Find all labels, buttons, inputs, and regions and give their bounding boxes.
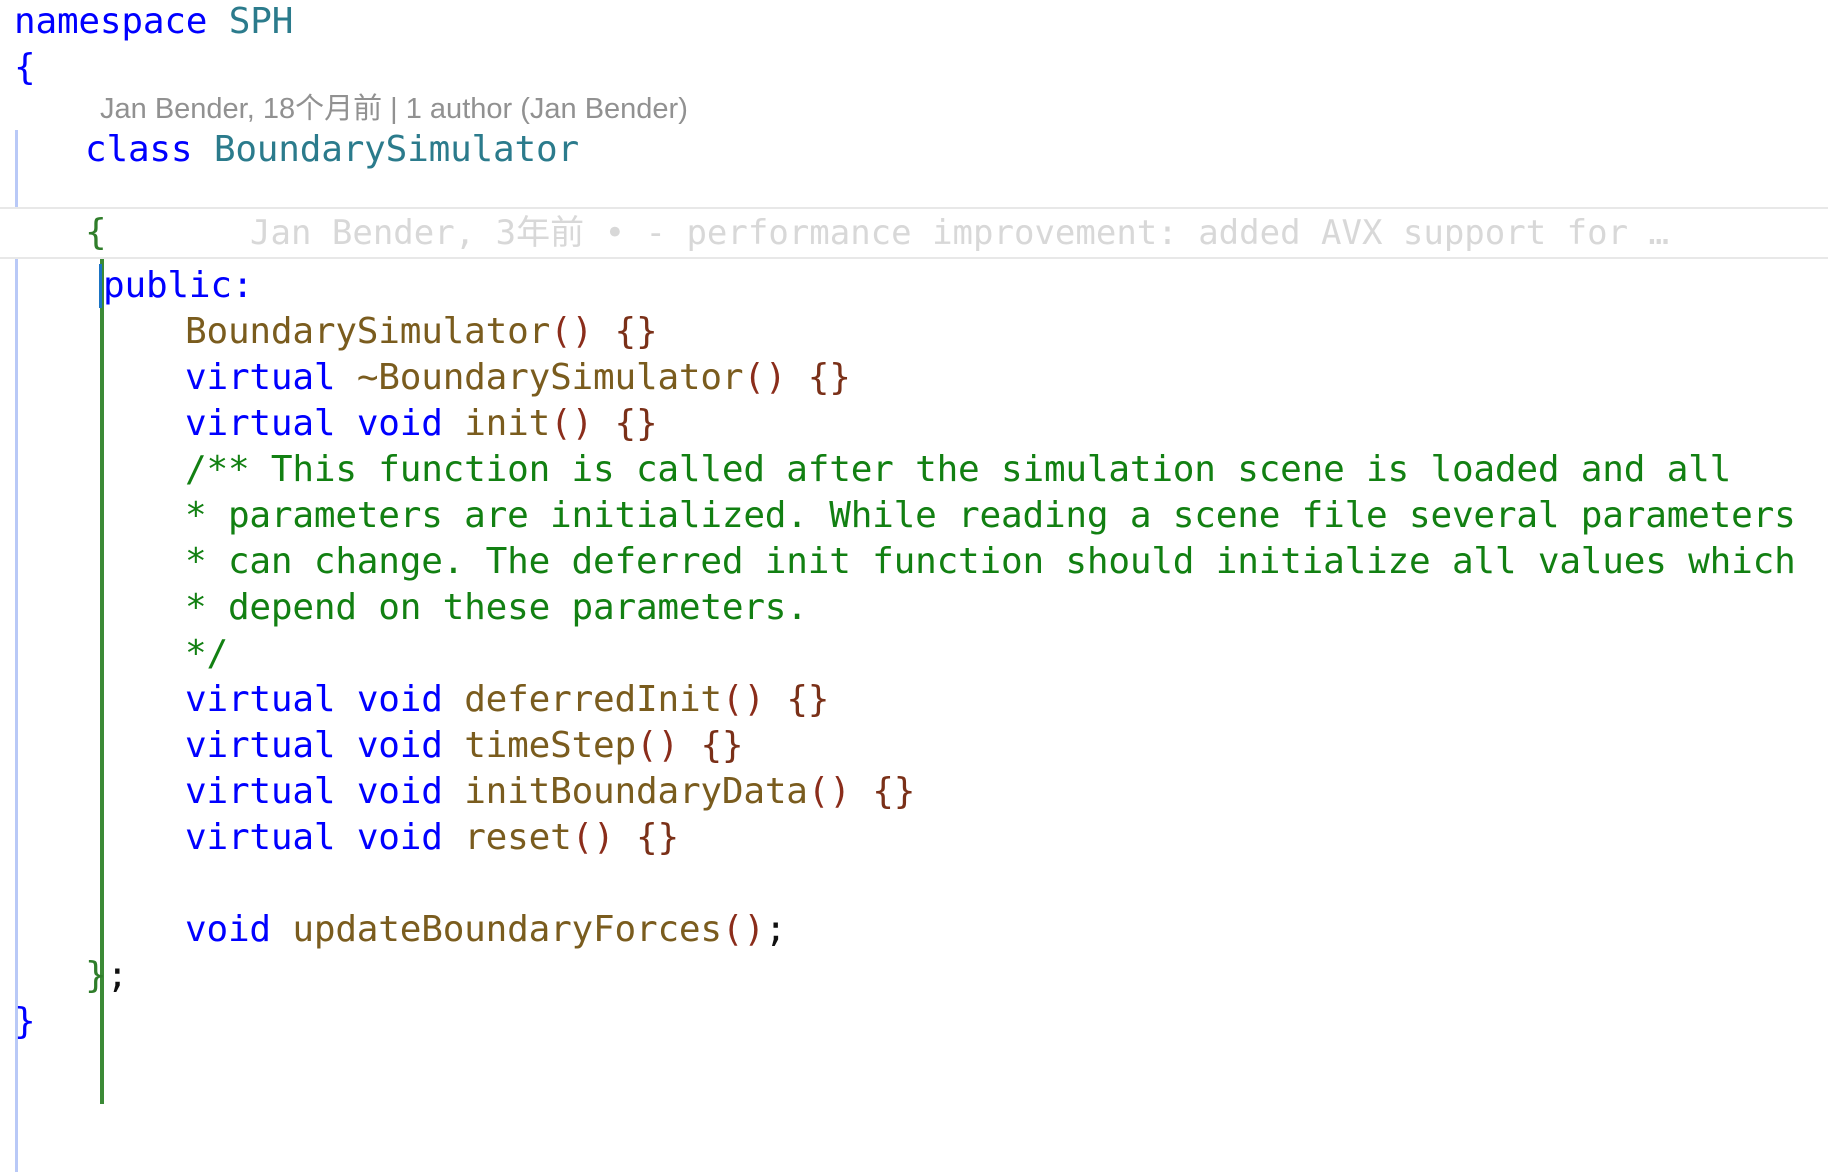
destructor-name: ~BoundarySimulator	[356, 357, 744, 398]
code-line-19[interactable]: void updateBoundaryForces();	[0, 904, 1828, 956]
keyword-void: void	[356, 817, 443, 858]
keyword-void: void	[356, 403, 443, 444]
keyword-void: void	[356, 771, 443, 812]
semicolon: ;	[764, 909, 787, 950]
method-body-braces: {}	[636, 817, 679, 858]
method-reset: reset	[464, 817, 572, 858]
code-line-13[interactable]: */	[0, 628, 1828, 680]
keyword-virtual: virtual	[185, 771, 336, 812]
codelens-blame[interactable]: Jan Bender, 18个月前 | 1 author (Jan Bender…	[0, 89, 1828, 129]
keyword-void: void	[356, 725, 443, 766]
code-editor[interactable]: namespace SPH { Jan Bender, 18个月前 | 1 au…	[0, 0, 1828, 1172]
code-line-14[interactable]: virtual void deferredInit() {}	[0, 674, 1828, 726]
keyword-class: class	[85, 129, 193, 170]
method-body-braces: {}	[700, 725, 744, 766]
method-body-braces: {}	[786, 679, 830, 720]
method-time-step: timeStep	[464, 725, 636, 766]
namespace-close-brace: }	[14, 1001, 36, 1042]
destructor-body-braces: {}	[807, 357, 851, 398]
constructor-body-braces: {}	[614, 311, 658, 352]
doc-comment-line-1: /** This function is called after the si…	[185, 449, 1732, 490]
code-line-20[interactable]: };	[0, 950, 1828, 1002]
method-parens: ()	[550, 403, 594, 444]
doc-comment-line-5: */	[185, 633, 228, 674]
class-name: BoundarySimulator	[213, 129, 579, 170]
code-line-1[interactable]: namespace SPH	[0, 0, 1828, 48]
inline-blame-annotation[interactable]: Jan Bender, 3年前 • - performance improvem…	[250, 207, 1669, 259]
code-line-9[interactable]: /** This function is called after the si…	[0, 444, 1828, 496]
destructor-parens: ()	[743, 357, 787, 398]
code-line-12[interactable]: * depend on these parameters.	[0, 582, 1828, 634]
keyword-virtual: virtual	[185, 679, 336, 720]
code-line-5[interactable]: public:	[0, 260, 1828, 312]
method-parens: ()	[721, 679, 765, 720]
keyword-virtual: virtual	[185, 817, 336, 858]
method-parens: ()	[807, 771, 851, 812]
code-line-11[interactable]: * can change. The deferred init function…	[0, 536, 1828, 588]
method-parens: ()	[721, 909, 765, 950]
access-specifier-public: public:	[103, 265, 254, 306]
constructor-parens: ()	[550, 311, 594, 352]
code-line-16[interactable]: virtual void initBoundaryData() {}	[0, 766, 1828, 818]
code-line-3[interactable]: class BoundarySimulator	[0, 124, 1828, 176]
method-parens: ()	[636, 725, 679, 766]
keyword-virtual: virtual	[185, 403, 336, 444]
doc-comment-line-3: * can change. The deferred init function…	[185, 541, 1796, 582]
method-init-boundary-data: initBoundaryData	[464, 771, 808, 812]
code-line-18-blank[interactable]	[0, 858, 1828, 910]
class-close-brace: }	[85, 955, 107, 996]
namespace-name: SPH	[228, 1, 294, 42]
method-deferred-init: deferredInit	[464, 679, 722, 720]
code-line-2[interactable]: {	[0, 42, 1828, 94]
keyword-void: void	[185, 909, 271, 950]
keyword-virtual: virtual	[185, 357, 336, 398]
code-line-17[interactable]: virtual void reset() {}	[0, 812, 1828, 864]
keyword-virtual: virtual	[185, 725, 336, 766]
method-body-braces: {}	[872, 771, 916, 812]
constructor-name: BoundarySimulator	[185, 311, 551, 352]
keyword-namespace: namespace	[14, 1, 208, 42]
code-line-21[interactable]: }	[0, 996, 1828, 1048]
method-update-boundary-forces: updateBoundaryForces	[292, 909, 722, 950]
method-init: init	[464, 403, 551, 444]
code-line-10[interactable]: * parameters are initialized. While read…	[0, 490, 1828, 542]
semicolon: ;	[106, 955, 128, 996]
method-parens: ()	[571, 817, 615, 858]
doc-comment-line-2: * parameters are initialized. While read…	[185, 495, 1796, 536]
code-line-6[interactable]: BoundarySimulator() {}	[0, 306, 1828, 358]
code-line-8[interactable]: virtual void init() {}	[0, 398, 1828, 450]
class-open-brace: {	[85, 212, 107, 253]
namespace-open-brace: {	[14, 47, 36, 88]
keyword-void: void	[356, 679, 443, 720]
doc-comment-line-4: * depend on these parameters.	[185, 587, 808, 628]
code-line-15[interactable]: virtual void timeStep() {}	[0, 720, 1828, 772]
method-body-braces: {}	[614, 403, 658, 444]
code-line-7[interactable]: virtual ~BoundarySimulator() {}	[0, 352, 1828, 404]
